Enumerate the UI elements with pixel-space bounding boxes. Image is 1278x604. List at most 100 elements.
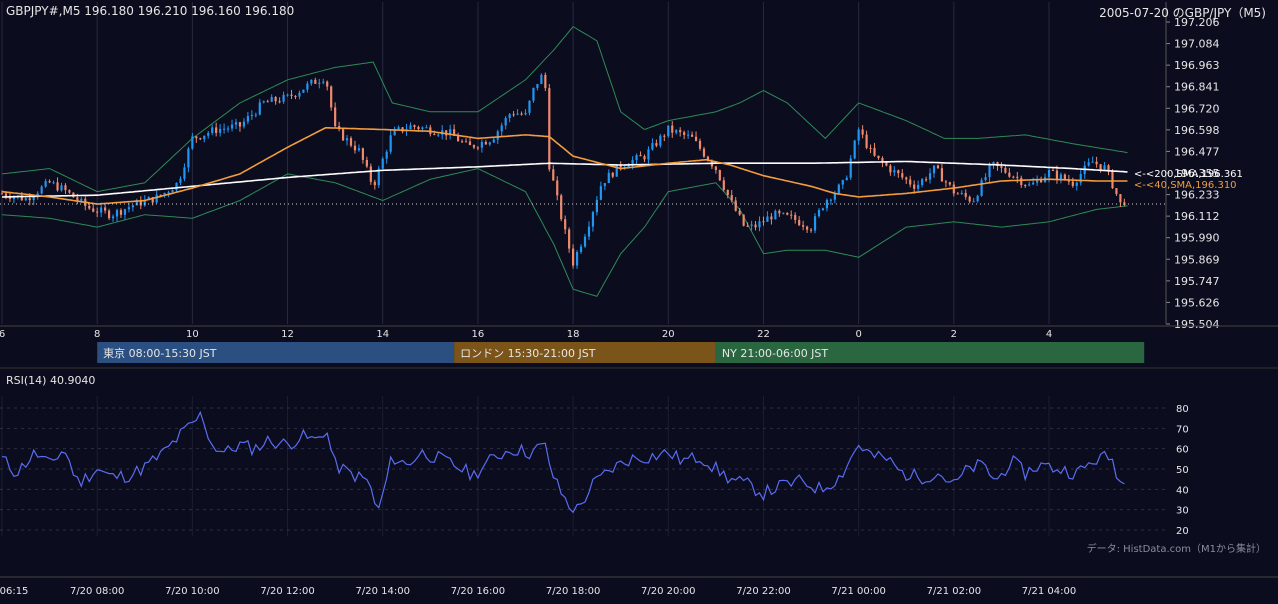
candle-up: [504, 118, 507, 126]
candle-up: [627, 165, 630, 167]
candle-up: [345, 138, 349, 141]
hour-tick-label: 20: [662, 329, 675, 340]
candle-up: [171, 190, 174, 193]
rsi-label: RSI(14) 40.9040: [6, 374, 95, 387]
candle-up: [389, 135, 392, 152]
datetime-tick-label: 7/21 04:00: [1022, 586, 1076, 597]
candle-up: [508, 114, 511, 119]
candle-down: [369, 166, 372, 182]
chart-area[interactable]: 197.206 197.084 196.963 196.841 196.720 196.5…: [0, 0, 1278, 600]
candle-down: [266, 101, 269, 103]
sma200-annotation: <-<200,SMA,196.361: [1134, 169, 1243, 180]
candle-up: [857, 129, 860, 141]
candle-up: [972, 201, 975, 203]
candle-up: [322, 81, 325, 83]
candle-down: [714, 166, 717, 170]
candle-up: [1091, 161, 1094, 163]
candle-down: [698, 140, 702, 149]
candle-down: [940, 168, 944, 182]
candle-down: [460, 141, 464, 143]
candle-up: [988, 165, 991, 178]
candle-up: [262, 101, 265, 103]
session-label: NY 21:00-06:00 JST: [722, 347, 829, 360]
candle-down: [373, 181, 376, 186]
candle-up: [615, 164, 618, 177]
candle-down: [746, 225, 749, 227]
candle-up: [583, 236, 587, 247]
candle-down: [1051, 170, 1055, 172]
candle-down: [119, 210, 123, 215]
candle-down: [468, 141, 472, 146]
candle-up: [825, 199, 829, 209]
candle-up: [817, 209, 821, 217]
candle-up: [100, 207, 103, 213]
candle-up: [437, 134, 440, 136]
candle-down: [1063, 174, 1066, 180]
candle-down: [786, 212, 789, 215]
price-tick-label: 196.112: [1174, 210, 1220, 223]
candle-up: [750, 224, 753, 226]
candle-up: [496, 131, 499, 140]
candle-down: [734, 200, 737, 211]
datetime-tick-label: 7/21 00:00: [831, 586, 885, 597]
candle-up: [635, 155, 638, 161]
candle-down: [520, 113, 523, 115]
session-label: 東京 08:00-15:30 JST: [103, 346, 217, 360]
candle-up: [1079, 174, 1082, 183]
candle-down: [754, 224, 757, 228]
candle-up: [222, 128, 226, 130]
candle-down: [1055, 170, 1059, 180]
datetime-tick-label: 7/21 02:00: [927, 586, 981, 597]
candle-down: [639, 155, 642, 157]
datetime-tick-label: 06:15: [0, 586, 28, 597]
hour-tick-label: 2: [951, 329, 957, 340]
candle-down: [472, 145, 476, 148]
candle-up: [1028, 184, 1031, 186]
candle-up: [821, 208, 825, 210]
candle-up: [687, 134, 690, 136]
candle-down: [330, 86, 333, 108]
candle-down: [56, 182, 59, 191]
candle-up: [175, 182, 178, 191]
sma40-annotation: <-<40,SMA,196.310: [1134, 180, 1237, 191]
candle-down: [417, 126, 420, 130]
candle-up: [480, 141, 483, 148]
candle-up: [603, 183, 606, 187]
candle-down: [968, 196, 971, 202]
chart-svg: 197.206197.084196.963196.841196.720196.5…: [0, 0, 1278, 600]
candle-down: [889, 165, 892, 173]
candle-up: [675, 130, 678, 133]
candle-down: [730, 195, 733, 201]
candle-down: [802, 225, 805, 227]
candle-up: [40, 186, 43, 194]
candle-up: [286, 94, 289, 96]
datetime-tick-label: 7/20 12:00: [260, 586, 314, 597]
candle-up: [397, 127, 400, 129]
candle-down: [873, 147, 876, 156]
candle-up: [932, 165, 936, 174]
price-tick-label: 195.869: [1174, 253, 1220, 266]
candle-up: [310, 79, 313, 84]
candle-down: [794, 215, 797, 220]
candle-down: [433, 133, 436, 135]
candle-down: [572, 248, 575, 266]
candle-up: [976, 195, 979, 202]
candle-up: [667, 125, 670, 137]
candle-up: [191, 136, 194, 149]
price-tick-label: 196.841: [1174, 81, 1220, 94]
candle-down: [683, 132, 686, 135]
candle-up: [203, 135, 206, 140]
hour-tick-label: 18: [567, 329, 580, 340]
candle-down: [560, 195, 563, 220]
candle-down: [865, 134, 868, 148]
candle-down: [107, 210, 111, 219]
candle-down: [294, 95, 297, 97]
candle-down: [484, 141, 487, 145]
candle-up: [893, 170, 896, 173]
candle-up: [298, 92, 301, 97]
candle-down: [1016, 176, 1019, 178]
candle-down: [913, 184, 916, 189]
candle-up: [246, 116, 249, 122]
candle-up: [782, 212, 785, 214]
candle-down: [1099, 164, 1102, 170]
